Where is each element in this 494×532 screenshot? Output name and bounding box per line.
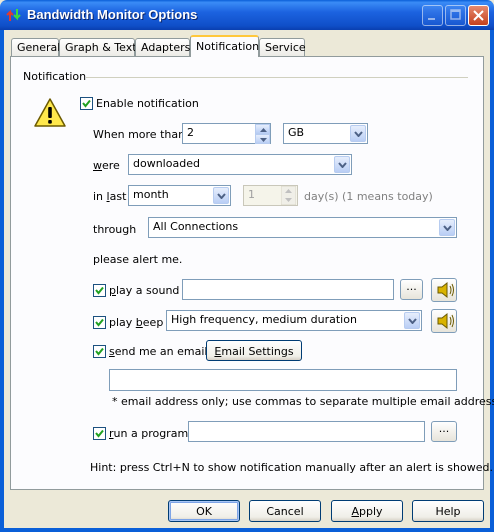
bandwidth-arrows-icon [6,7,22,23]
days-hint: day(s) (1 means today) [304,190,433,203]
direction-select[interactable]: downloaded [128,154,352,175]
tab-label: Adapters [141,41,191,54]
tab-label: Graph & Text [65,41,137,54]
tab-label: Service [265,41,306,54]
tab-adapters[interactable]: Adapters [135,38,190,56]
when-more-than-label: When more than [93,128,186,141]
send-email-checkbox[interactable] [93,345,106,358]
apply-button[interactable]: Apply [331,500,403,522]
run-program-label[interactable]: run a program [109,427,188,440]
connection-value: All Connections [153,220,239,233]
browse-label: ... [438,422,450,435]
run-program-checkbox[interactable] [93,427,106,440]
close-button[interactable] [468,5,489,26]
enable-notification-checkbox[interactable] [80,97,93,110]
connection-select[interactable]: All Connections [148,217,457,238]
help-button[interactable]: Help [412,500,484,522]
minimize-button[interactable] [422,5,443,26]
warning-icon [33,97,67,132]
were-label: were [93,159,120,172]
play-sound-label[interactable]: play a sound [109,284,179,297]
amount-value: 2 [187,126,194,139]
direction-value: downloaded [133,157,200,170]
ok-button[interactable]: OK [168,500,240,522]
program-path-field[interactable] [188,421,425,442]
spin-up-button[interactable] [255,124,270,134]
tab-general[interactable]: General [11,38,61,56]
enable-notification-label[interactable]: Enable notification [96,97,199,110]
please-alert-label: please alert me. [93,253,183,266]
tab-notification[interactable]: Notification [190,35,259,57]
hint-text: Hint: press Ctrl+N to show notification … [90,461,493,474]
play-beep-label[interactable]: play beep [109,316,163,329]
email-address-field[interactable] [109,369,457,391]
window-title: Bandwidth Monitor Options [27,7,198,22]
tab-label: Notification [196,40,260,53]
tab-graph-text[interactable]: Graph & Text [59,38,137,56]
email-note: * email address only; use commas to sepa… [112,395,494,408]
maximize-button[interactable] [445,5,466,26]
browse-label: ... [406,280,417,293]
play-beep-checkbox[interactable] [93,316,106,329]
program-browse-button[interactable]: ... [431,421,457,442]
days-value: 1 [248,188,255,201]
sound-browse-button[interactable]: ... [400,279,423,300]
cancel-button[interactable]: Cancel [249,500,321,522]
connection-dropdown-button[interactable] [439,219,455,236]
in-last-label: in last [93,190,127,203]
period-dropdown-button[interactable] [213,187,229,204]
period-value: month [133,188,169,201]
days-spinner[interactable] [280,185,297,208]
sound-file-field[interactable] [182,279,394,300]
play-beep-test-button[interactable] [431,309,457,333]
tab-service[interactable]: Service [259,38,306,56]
direction-dropdown-button[interactable] [334,156,350,173]
beep-type-select[interactable]: High frequency, medium duration [166,310,422,331]
unit-value: GB [288,126,305,139]
amount-spinner[interactable] [255,124,270,144]
beep-dropdown-button[interactable] [404,312,420,329]
through-label: through [93,223,137,236]
play-sound-checkbox[interactable] [93,284,106,297]
unit-dropdown-button[interactable] [350,125,366,142]
play-sound-test-button[interactable] [431,278,457,302]
notification-panel: Notification Enable notification When mo… [10,56,494,490]
email-settings-button[interactable]: Email Settings [206,340,302,361]
tab-label: General [17,41,61,54]
send-email-label[interactable]: send me an email [109,345,207,358]
spin-down-button[interactable] [255,134,270,144]
beep-type-value: High frequency, medium duration [171,313,357,326]
group-separator [86,77,468,78]
group-label: Notification [23,70,87,83]
